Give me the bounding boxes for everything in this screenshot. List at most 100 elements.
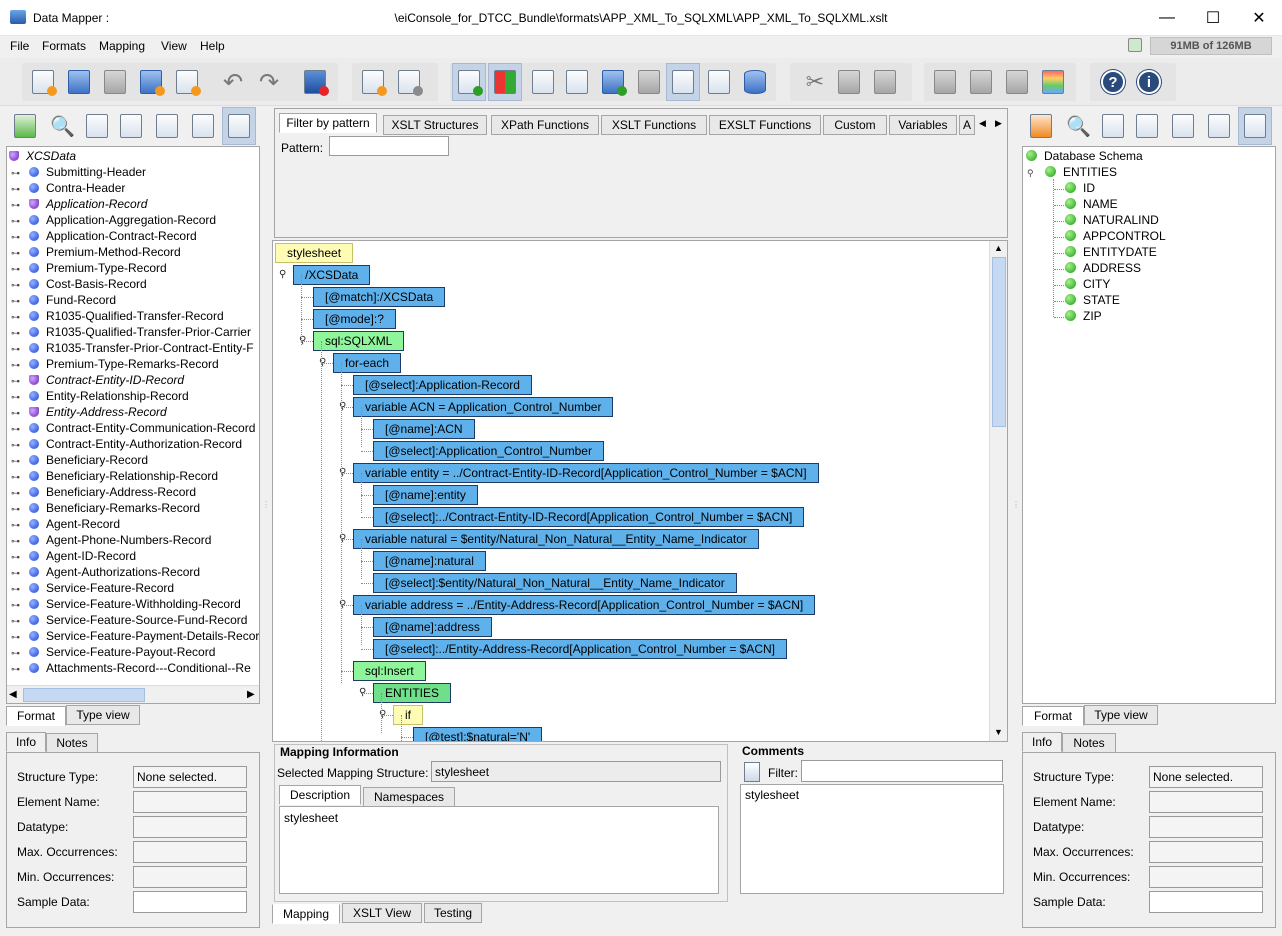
left-splitter[interactable]: ⋮ [262,500,270,514]
menu-view[interactable]: View [161,39,187,53]
mapping-node[interactable]: [@select]:../Contract-Entity-ID-Record[A… [373,507,805,527]
comments-textarea[interactable]: stylesheet [740,784,1004,894]
move-left-icon[interactable] [928,63,962,101]
tab-scroll-left-icon[interactable]: ◀ [979,118,986,129]
mapping-node[interactable]: [@name]:ACN [373,419,475,439]
mapping-node[interactable]: [@select]:$entity/Natural_Non_Natural__E… [373,573,737,593]
expand-icon[interactable]: ⊶ [11,296,23,308]
menu-help[interactable]: Help [200,39,225,53]
expand-icon[interactable]: ⊶ [11,536,23,548]
save-icon[interactable] [98,63,132,101]
tree-item[interactable]: ⊶ Beneficiary-Relationship-Record [11,469,218,485]
tab-testing[interactable]: Testing [424,903,482,923]
expand-icon[interactable]: ⊶ [11,264,23,276]
tree-item[interactable]: ⊶ Service-Feature-Payment-Details-Record [11,629,259,645]
entity-field[interactable]: STATE [1065,293,1120,309]
xml-document-icon[interactable] [560,63,594,101]
right-tab-notes[interactable]: Notes [1062,733,1116,753]
mapping-node[interactable]: [@name]:natural [373,551,486,571]
tree-item[interactable]: ⊶ Fund-Record [11,293,116,309]
entity-field[interactable]: ADDRESS [1065,261,1141,277]
mapping-node[interactable]: variable ACN = Application_Control_Numbe… [353,397,614,417]
tree-item[interactable]: ⊶ Beneficiary-Record [11,453,148,469]
exit-icon[interactable] [298,63,332,101]
mapping-node[interactable]: for-each [333,353,402,373]
entity-field[interactable]: ENTITYDATE [1065,245,1157,261]
redo-icon[interactable]: ↷ [252,63,286,101]
mapping-node[interactable]: [@name]:entity [373,485,478,505]
expand-icon[interactable]: ⊶ [11,168,23,180]
scroll-thumb[interactable] [23,688,145,702]
import-target-icon[interactable] [1024,107,1058,145]
import-source-icon[interactable] [8,107,42,145]
tree-root[interactable]: XCSData [9,149,76,165]
tree-item[interactable]: ⊶ Service-Feature-Source-Fund-Record [11,613,247,629]
expand-icon[interactable]: ⊶ [11,184,23,196]
mapping-node[interactable]: sql:SQLXML [313,331,405,351]
horizontal-scrollbar[interactable]: ◀ ▶ [7,685,259,703]
expand-icon[interactable]: ⊶ [11,424,23,436]
right-tab-type-view[interactable]: Type view [1084,705,1158,725]
expand-icon[interactable]: ⊶ [11,616,23,628]
new-format-icon[interactable] [26,63,60,101]
mapping-node[interactable]: [@mode]:? [313,309,396,329]
about-icon[interactable]: i [1132,63,1166,101]
expand-icon[interactable]: ⊶ [11,488,23,500]
mapping-node[interactable]: [@match]:/XCSData [313,287,446,307]
expand-icon[interactable]: ⊶ [11,568,23,580]
menu-formats[interactable]: Formats [42,39,86,53]
expand-icon[interactable]: ⊶ [11,408,23,420]
tab-variables[interactable]: Variables [889,115,957,135]
info-view-icon[interactable] [452,63,486,101]
expand-icon[interactable]: ⊶ [11,600,23,612]
entity-field[interactable]: NAME [1065,197,1118,213]
export-xls-icon[interactable] [170,63,204,101]
paste-icon[interactable] [868,63,902,101]
tab-exslt-functions[interactable]: EXSLT Functions [709,115,821,135]
expand-icon[interactable]: ⊶ [11,392,23,404]
menu-file[interactable]: File [10,39,29,53]
expand-icon[interactable]: ⊶ [11,440,23,452]
save-document-icon[interactable] [596,63,630,101]
scroll-right-icon[interactable]: ▶ [247,689,255,700]
stack-icon[interactable] [1036,63,1070,101]
tree-item[interactable]: ⊶ Application-Contract-Record [11,229,197,245]
tree-item[interactable]: ⊶ Application-Aggregation-Record [11,213,216,229]
tab-type-view[interactable]: Type view [66,705,140,725]
attribute-view-icon[interactable] [666,63,700,101]
expand-icon[interactable]: ⊶ [11,456,23,468]
expand-icon[interactable]: ⊶ [11,504,23,516]
document-list-icon[interactable] [526,63,560,101]
tree-item[interactable]: ⊶ R1035-Qualified-Transfer-Prior-Carrier [11,325,251,341]
tab-notes[interactable]: Notes [46,733,98,753]
tree-item[interactable]: ⊶ Premium-Type-Remarks-Record [11,357,219,373]
right-sample-data-field[interactable] [1149,891,1263,913]
expand-icon[interactable]: ⊶ [11,472,23,484]
tab-description[interactable]: Description [279,785,361,805]
sample-data-field[interactable] [133,891,247,913]
mapping-node[interactable]: sql:Insert [353,661,426,681]
tree-item[interactable]: ⊶ Attachments-Record---Conditional--Re [11,661,251,677]
tree-item[interactable]: ⊶ Contract-Entity-Authorization-Record [11,437,242,453]
minimize-button[interactable]: — [1144,0,1190,36]
close-button[interactable]: ✕ [1236,0,1282,36]
color-view-icon[interactable] [488,63,522,101]
tree-item[interactable]: ⊶ Beneficiary-Remarks-Record [11,501,200,517]
entity-field[interactable]: NATURALIND [1065,213,1159,229]
entity-field[interactable]: CITY [1065,277,1110,293]
expand-icon[interactable]: ⊶ [11,216,23,228]
comments-filter-input[interactable] [801,760,1003,782]
mapping-node[interactable]: ENTITIES [373,683,452,703]
tree-item[interactable]: ⊶ Agent-Record [11,517,120,533]
add-structure-icon[interactable] [356,63,390,101]
cut-icon[interactable]: ✂ [798,63,832,101]
expand-icon[interactable]: ⊶ [11,312,23,324]
entity-field[interactable]: ID [1065,181,1095,197]
vertical-scroll-thumb[interactable] [992,257,1006,427]
description-textarea[interactable]: stylesheet [279,806,719,894]
target-edit-icon[interactable] [1202,107,1236,145]
tab-scroll-right-icon[interactable]: ▶ [995,118,1002,129]
tree-item[interactable]: ⊶ Beneficiary-Address-Record [11,485,196,501]
tab-mapping[interactable]: Mapping [272,904,340,924]
mapping-node[interactable]: if [393,705,423,725]
